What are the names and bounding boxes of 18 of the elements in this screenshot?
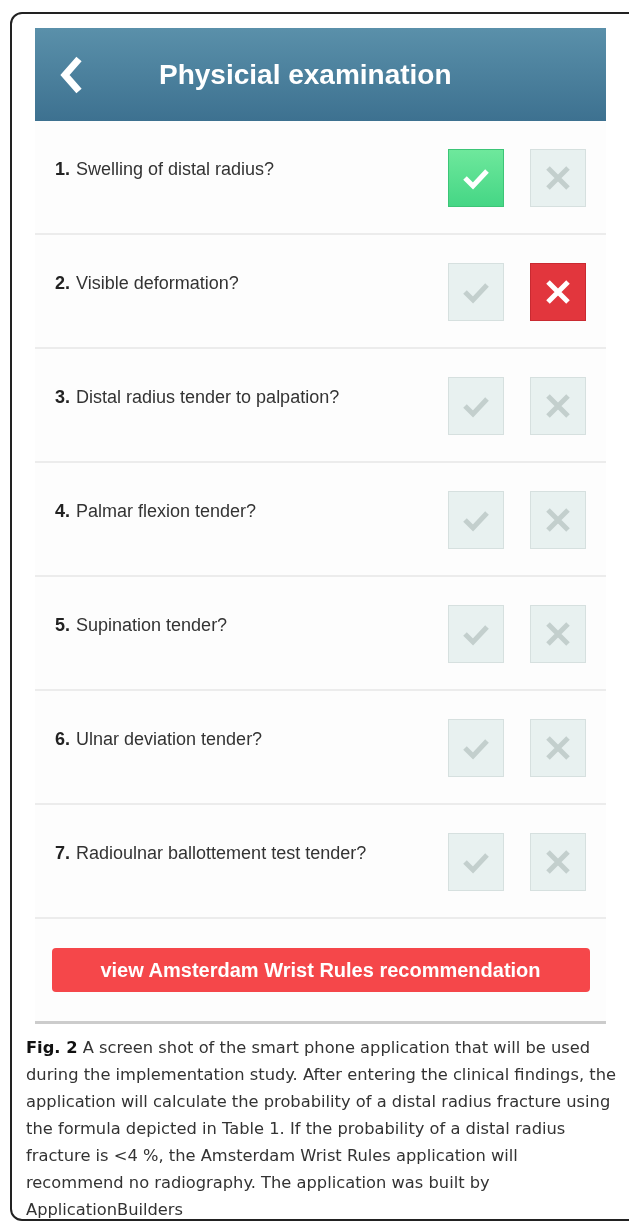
yes-button[interactable] xyxy=(448,833,504,891)
recommendation-button[interactable]: view Amsterdam Wrist Rules recommendation xyxy=(51,948,590,992)
question-text: 1. Swelling of distal radius? xyxy=(55,159,276,180)
screen-title: Physicial examination xyxy=(159,58,452,91)
figure-caption: Fig. 2 A screen shot of the smart phone application that will be used during the implementation study. After entering the clinical findings, the application will calculate the probability of a distal radius fracture using the formula depicted in Table 1. If the probability of a distal radius fracture is <4 %, the Amsterdam Wrist Rules application will recommend no radiography. The application was built by ApplicationBuilders xyxy=(26,1037,617,1221)
yes-button[interactable] xyxy=(448,491,504,549)
question-text: 6. Ulnar deviation tender? xyxy=(55,729,264,750)
yes-button[interactable] xyxy=(448,719,504,777)
yes-button[interactable] xyxy=(448,605,504,663)
question-text: 4. Palmar flexion tender? xyxy=(55,501,258,522)
yes-button[interactable] xyxy=(448,149,504,207)
question-text: 2. Visible deformation? xyxy=(55,273,240,294)
yes-button[interactable] xyxy=(448,377,504,435)
no-button[interactable] xyxy=(530,263,586,321)
yes-button[interactable] xyxy=(448,263,504,321)
question-text: 5. Supination tender? xyxy=(55,615,229,636)
question-text: 3. Distal radius tender to palpation? xyxy=(55,387,341,408)
question-text: 7. Radioulnar ballottement test tender? xyxy=(55,843,368,864)
